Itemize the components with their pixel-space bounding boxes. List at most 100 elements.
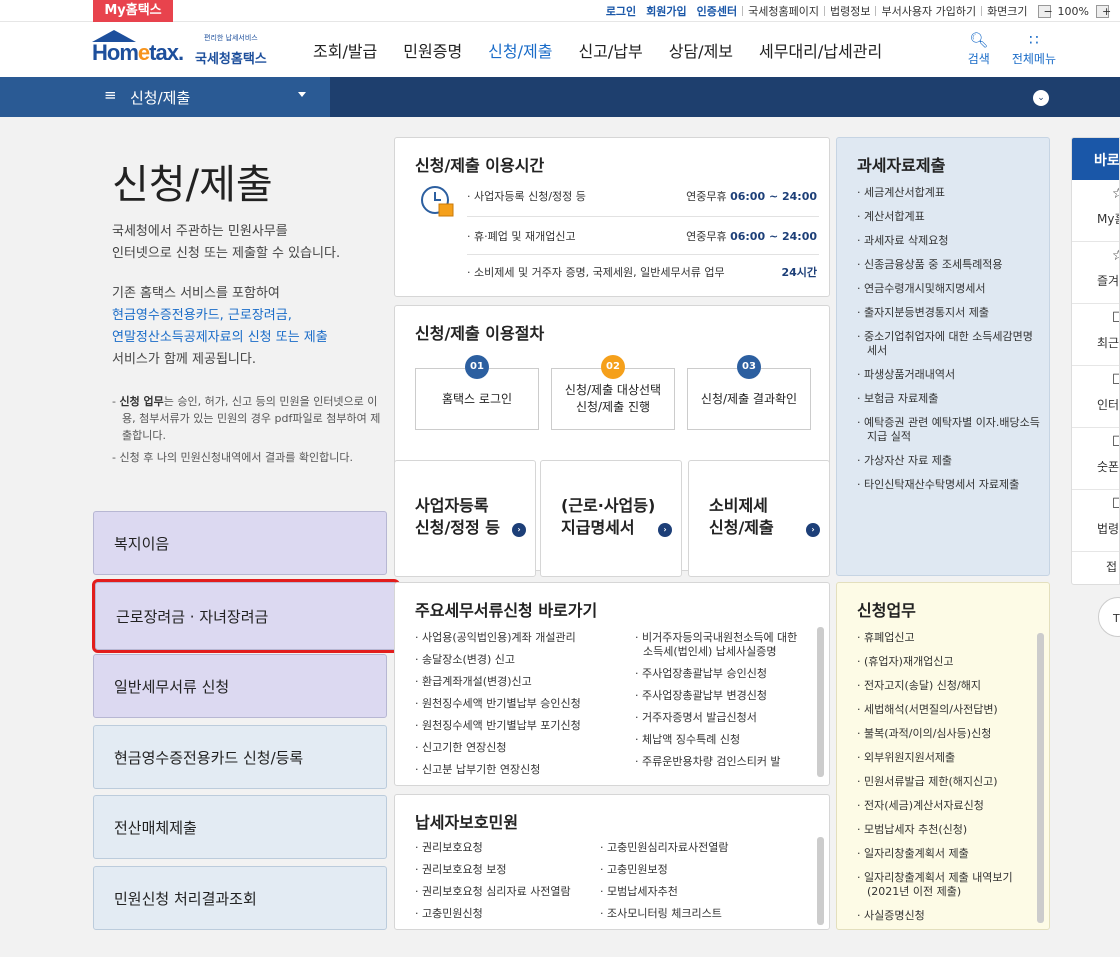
list-item[interactable]: 일자리창출계획서 제출 — [857, 847, 1035, 861]
dept-user-signup-link[interactable]: 부서사용자 가입하기 — [876, 3, 981, 19]
list-item[interactable]: 원천징수세액 반기별납부 승인신청 — [415, 697, 630, 711]
list-item[interactable]: 보험금 자료제출 — [857, 392, 1042, 406]
law-info-link[interactable]: 법령정보 — [825, 3, 875, 19]
civil-result-inquiry-button[interactable]: 민원신청 처리결과조회 — [93, 866, 387, 930]
list-item[interactable]: 민원서류발급 제한(해지신고) — [857, 775, 1035, 789]
payment-statement-card[interactable]: (근로·사업등) 지급명세서 › — [540, 460, 682, 577]
cert-center-link[interactable]: 인증센터 — [692, 3, 742, 19]
general-tax-doc-button[interactable]: 일반세무서류 신청 — [93, 654, 387, 718]
sidebar-item-myhome[interactable]: ☆ My홈 — [1072, 180, 1119, 242]
page-description-2: 기존 홈택스 서비스를 포함하여 현금영수증전용카드, 근로장려금, 연말정산소… — [112, 283, 382, 371]
list-item[interactable]: 환급계좌개설(변경)신고 — [415, 675, 630, 689]
nav-certificate[interactable]: 민원증명 — [390, 38, 475, 62]
list-item[interactable]: 전자고지(송달) 신청/해지 — [857, 679, 1035, 693]
list-item[interactable]: 연금수령개시및해지명세서 — [857, 282, 1042, 296]
list-item[interactable]: 모범납세자 추천(신청) — [857, 823, 1035, 837]
list-item[interactable]: 고충민원보정 — [600, 863, 810, 877]
breadcrumb-title: 신청/제출 — [130, 89, 191, 107]
search-button[interactable]: 🔍︎ 검색 — [968, 32, 990, 67]
list-item[interactable]: (휴업자)재개업신고 — [857, 655, 1035, 669]
list-item[interactable]: 중소기업취업자에 대한 소득세감면명세서 — [857, 330, 1042, 358]
card-line: 신청/정정 등 — [415, 518, 501, 537]
scrollbar[interactable] — [1037, 633, 1044, 923]
step-number: 03 — [737, 355, 761, 379]
nav-inquiry[interactable]: 조회/발급 — [300, 38, 390, 62]
sidebar-collapse[interactable]: 접 — [1072, 552, 1119, 575]
list-item[interactable]: 일자리창출계획서 제출 내역보기(2021년 이전 제출) — [857, 871, 1035, 899]
list-item[interactable]: 사업용(공익법인용)계좌 개설관리 — [415, 631, 630, 645]
zoom-out-button[interactable]: − — [1037, 4, 1053, 18]
list-item[interactable]: 세법해석(서면질의/사전답변) — [857, 703, 1035, 717]
nav-tax-agent[interactable]: 세무대리/납세관리 — [746, 38, 895, 62]
page-title: 신청/제출 — [112, 162, 273, 208]
nts-home-link[interactable]: 국세청홈페이지 — [743, 3, 824, 19]
tax-data-title: 과세자료제출 — [857, 156, 946, 175]
list-item[interactable]: 거주자증명서 발급신청서 — [635, 711, 805, 725]
hometax-logo[interactable]: 편리한 납세서비스 Hometax. 국세청홈택스 — [92, 30, 277, 70]
nav-report-pay[interactable]: 신고/납부 — [565, 38, 655, 62]
business-registration-card[interactable]: 사업자등록 신청/정정 등 › — [394, 460, 536, 577]
list-item[interactable]: 주류운반용차량 검인스티커 발 — [635, 755, 805, 769]
list-item[interactable]: 외부위원지원서제출 — [857, 751, 1035, 765]
list-item[interactable]: 과세자료 삭제요청 — [857, 234, 1042, 248]
list-item[interactable]: 출자지분등변경통지서 제출 — [857, 306, 1042, 320]
list-item[interactable]: 신고기한 연장신청 — [415, 741, 630, 755]
list-item[interactable]: 권리보호요청 보정 — [415, 863, 605, 877]
list-item[interactable]: 고충민원신청 — [415, 907, 605, 921]
list-item[interactable]: 조사모니터링 체크리스트 — [600, 907, 810, 921]
list-item[interactable]: 체납액 징수특례 신청 — [635, 733, 805, 747]
signup-link[interactable]: 회원가입 — [641, 3, 691, 19]
apply-work-list: 휴폐업신고 (휴업자)재개업신고 전자고지(송달) 신청/해지 세법해석(서면질… — [857, 631, 1035, 933]
list-item[interactable]: 사실증명신청 — [857, 909, 1035, 923]
chevron-down-icon[interactable] — [298, 92, 306, 97]
list-item[interactable]: 주사업장총괄납부 승인신청 — [635, 667, 805, 681]
hamburger-icon: ≡ — [104, 86, 117, 104]
all-menu-button[interactable]: ∷ 전체메뉴 — [1012, 32, 1056, 67]
electronic-media-submit-button[interactable]: 전산매체제출 — [93, 795, 387, 859]
earned-income-credit-button[interactable]: 근로장려금 · 자녀장려금 — [92, 579, 400, 653]
scrollbar[interactable] — [817, 837, 824, 925]
main-docs-title: 주요세무서류신청 바로가기 — [415, 601, 598, 620]
expand-toggle-icon[interactable]: ⌄ — [1033, 90, 1049, 106]
list-item[interactable]: 송달장소(변경) 신고 — [415, 653, 630, 667]
list-item[interactable]: 전자(세금)계산서자료신청 — [857, 799, 1035, 813]
note-2: - 신청 후 나의 민원신청내역에서 결과를 확인합니다. — [112, 451, 353, 464]
step-number: 01 — [465, 355, 489, 379]
list-item[interactable]: 모범납세자추천 — [600, 885, 810, 899]
sidebar-item-favorites[interactable]: ☆ 즐겨 — [1072, 242, 1119, 304]
hours-value: 연중무휴 06:00 ~ 24:00 — [686, 188, 817, 204]
nav-consult[interactable]: 상담/제보 — [656, 38, 746, 62]
sidebar-item-internet[interactable]: ☐ 인터넷 — [1072, 366, 1119, 428]
nav-apply-submit[interactable]: 신청/제출 — [475, 38, 565, 62]
list-item[interactable]: 세금계산서합계표 — [857, 186, 1042, 200]
notes: - 신청 업무는 승인, 허가, 신고 등의 민원을 인터넷으로 이용, 첨부서… — [112, 393, 387, 471]
sidebar-item-law[interactable]: ☐ 법령 — [1072, 490, 1119, 552]
list-item[interactable]: 권리보호요청 — [415, 841, 605, 855]
card-text: (근로·사업등) 지급명세서 — [561, 495, 655, 539]
list-item[interactable]: 신종금융상품 중 조세특례적용 — [857, 258, 1042, 272]
list-item[interactable]: 신고분 납부기한 연장신청 — [415, 763, 630, 777]
myhome-tab[interactable]: My홈택스 — [93, 0, 173, 22]
sidebar-item-phone[interactable]: ☐ 숫폰 — [1072, 428, 1119, 490]
list-item[interactable]: 계산서합계표 — [857, 210, 1042, 224]
list-item[interactable]: 가상자산 자료 제출 — [857, 454, 1042, 468]
list-item[interactable]: 비거주자등의국내원천소득에 대한 소득세(법인세) 납세사실증명 — [635, 631, 805, 659]
list-item[interactable]: 고충민원심리자료사전열람 — [600, 841, 810, 855]
list-item[interactable]: 휴폐업신고 — [857, 631, 1035, 645]
cash-receipt-card-button[interactable]: 현금영수증전용카드 신청/등록 — [93, 725, 387, 789]
screen-size-label: 화면크기 — [987, 5, 1028, 18]
desc-link-line: 현금영수증전용카드, 근로장려금, — [112, 308, 292, 323]
login-link[interactable]: 로그인 — [601, 3, 641, 19]
list-item[interactable]: 예탁증권 관련 예탁자별 이자.배당소득 지급 실적 — [857, 416, 1042, 444]
list-item[interactable]: 주사업장총괄납부 변경신청 — [635, 689, 805, 703]
list-item[interactable]: 타인신탁재산수탁명세서 자료제출 — [857, 478, 1042, 492]
sidebar-item-recent[interactable]: ☐ 최근접 — [1072, 304, 1119, 366]
list-item[interactable]: 권리보호요청 심리자료 사전열람 — [415, 885, 605, 899]
list-item[interactable]: 불복(과적/이의/심사등)신청 — [857, 727, 1035, 741]
zoom-in-button[interactable]: + — [1096, 4, 1111, 18]
list-item[interactable]: 원천징수세액 반기별납부 포기신청 — [415, 719, 630, 733]
welfare-link-button[interactable]: 복지이음 — [93, 511, 387, 575]
scrollbar[interactable] — [817, 627, 824, 777]
list-item[interactable]: 파생상품거래내역서 — [857, 368, 1042, 382]
consumption-tax-card[interactable]: 소비제세 신청/제출 › — [688, 460, 830, 577]
